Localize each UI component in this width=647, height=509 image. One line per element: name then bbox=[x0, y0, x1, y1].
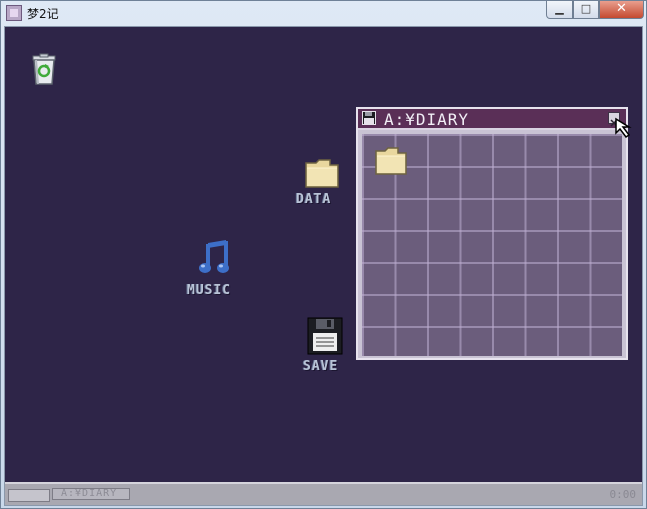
data-folder-icon[interactable] bbox=[304, 157, 340, 189]
taskbar-clock: 0:00 bbox=[609, 488, 637, 501]
diary-titlebar[interactable]: A:¥DIARY bbox=[358, 109, 626, 130]
window-titlebar[interactable]: 梦2记 ▁ □ ✕ bbox=[1, 1, 646, 25]
start-button[interactable] bbox=[8, 489, 50, 502]
taskbar-item-label: A:¥DIARY bbox=[61, 488, 118, 499]
diary-window: A:¥DIARY bbox=[356, 107, 628, 360]
maximize-button[interactable]: □ bbox=[573, 1, 599, 19]
taskbar-item-diary[interactable]: A:¥DIARY bbox=[52, 488, 130, 500]
maximize-icon: □ bbox=[580, 2, 592, 15]
app-icon bbox=[6, 5, 22, 21]
recycle-bin-icon[interactable] bbox=[27, 53, 63, 89]
game-desktop: DATA MUSIC SAVE A:¥DIARY A:¥DIARY 0:00 bbox=[4, 26, 643, 506]
floppy-disk-icon[interactable] bbox=[307, 317, 343, 355]
minimize-button[interactable]: ▁ bbox=[546, 1, 573, 19]
taskbar: A:¥DIARY 0:00 bbox=[5, 482, 642, 505]
music-label: MUSIC bbox=[187, 283, 232, 298]
close-icon: ✕ bbox=[616, 1, 627, 16]
save-label: SAVE bbox=[303, 359, 339, 374]
diary-folder-icon[interactable] bbox=[374, 146, 408, 176]
data-folder-label: DATA bbox=[296, 192, 332, 207]
window-title: 梦2记 bbox=[27, 7, 59, 21]
app-window: 梦2记 ▁ □ ✕ DATA MUSIC SAVE A:¥DIARY A:¥DI… bbox=[0, 0, 647, 509]
close-button[interactable]: ✕ bbox=[599, 1, 644, 19]
mouse-cursor-icon bbox=[614, 117, 638, 141]
music-note-icon[interactable] bbox=[198, 239, 232, 277]
diary-title: A:¥DIARY bbox=[384, 110, 470, 129]
minimize-icon: ▁ bbox=[555, 2, 564, 15]
diary-content-grid bbox=[362, 134, 622, 356]
drive-icon bbox=[362, 111, 376, 125]
